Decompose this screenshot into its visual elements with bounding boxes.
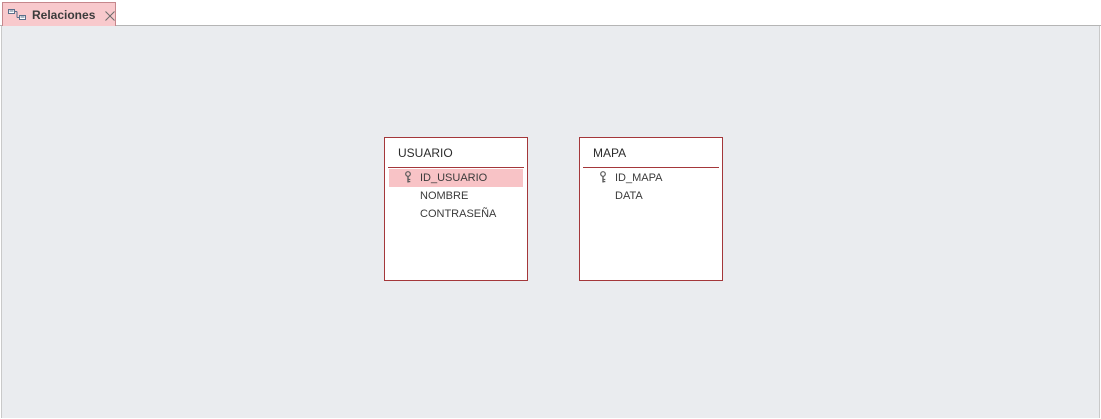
field-label: CONTRASEÑA [420,208,497,220]
table-title: USUARIO [398,146,453,160]
table-mapa[interactable]: MAPA ID_MAPA DATA [579,137,723,281]
primary-key-icon [404,171,412,183]
table-title-divider [388,167,524,168]
relationships-icon [8,8,26,22]
field-label: ID_MAPA [615,172,663,184]
close-icon[interactable] [104,9,116,21]
field-contrasena[interactable]: CONTRASEÑA [389,205,523,223]
field-list: ID_MAPA DATA [584,169,718,205]
relationships-window: Relaciones USUARIO ID_USUARIO NOMBRE CON… [0,0,1101,419]
table-usuario[interactable]: USUARIO ID_USUARIO NOMBRE CONTRASEÑA [384,137,528,281]
field-id-mapa[interactable]: ID_MAPA [584,169,718,187]
field-data[interactable]: DATA [584,187,718,205]
field-label: DATA [615,190,643,202]
table-title-divider [583,167,719,168]
field-list: ID_USUARIO NOMBRE CONTRASEÑA [389,169,523,223]
table-title: MAPA [593,146,627,160]
tab-label: Relaciones [32,7,96,22]
document-tab-strip: Relaciones [0,0,1101,26]
tab-relaciones[interactable]: Relaciones [2,2,116,26]
primary-key-icon [599,171,607,183]
field-nombre[interactable]: NOMBRE [389,187,523,205]
field-label: ID_USUARIO [420,172,488,184]
relationships-canvas[interactable]: USUARIO ID_USUARIO NOMBRE CONTRASEÑA MAP… [1,26,1100,418]
field-label: NOMBRE [420,190,469,202]
field-id-usuario[interactable]: ID_USUARIO [389,169,523,187]
